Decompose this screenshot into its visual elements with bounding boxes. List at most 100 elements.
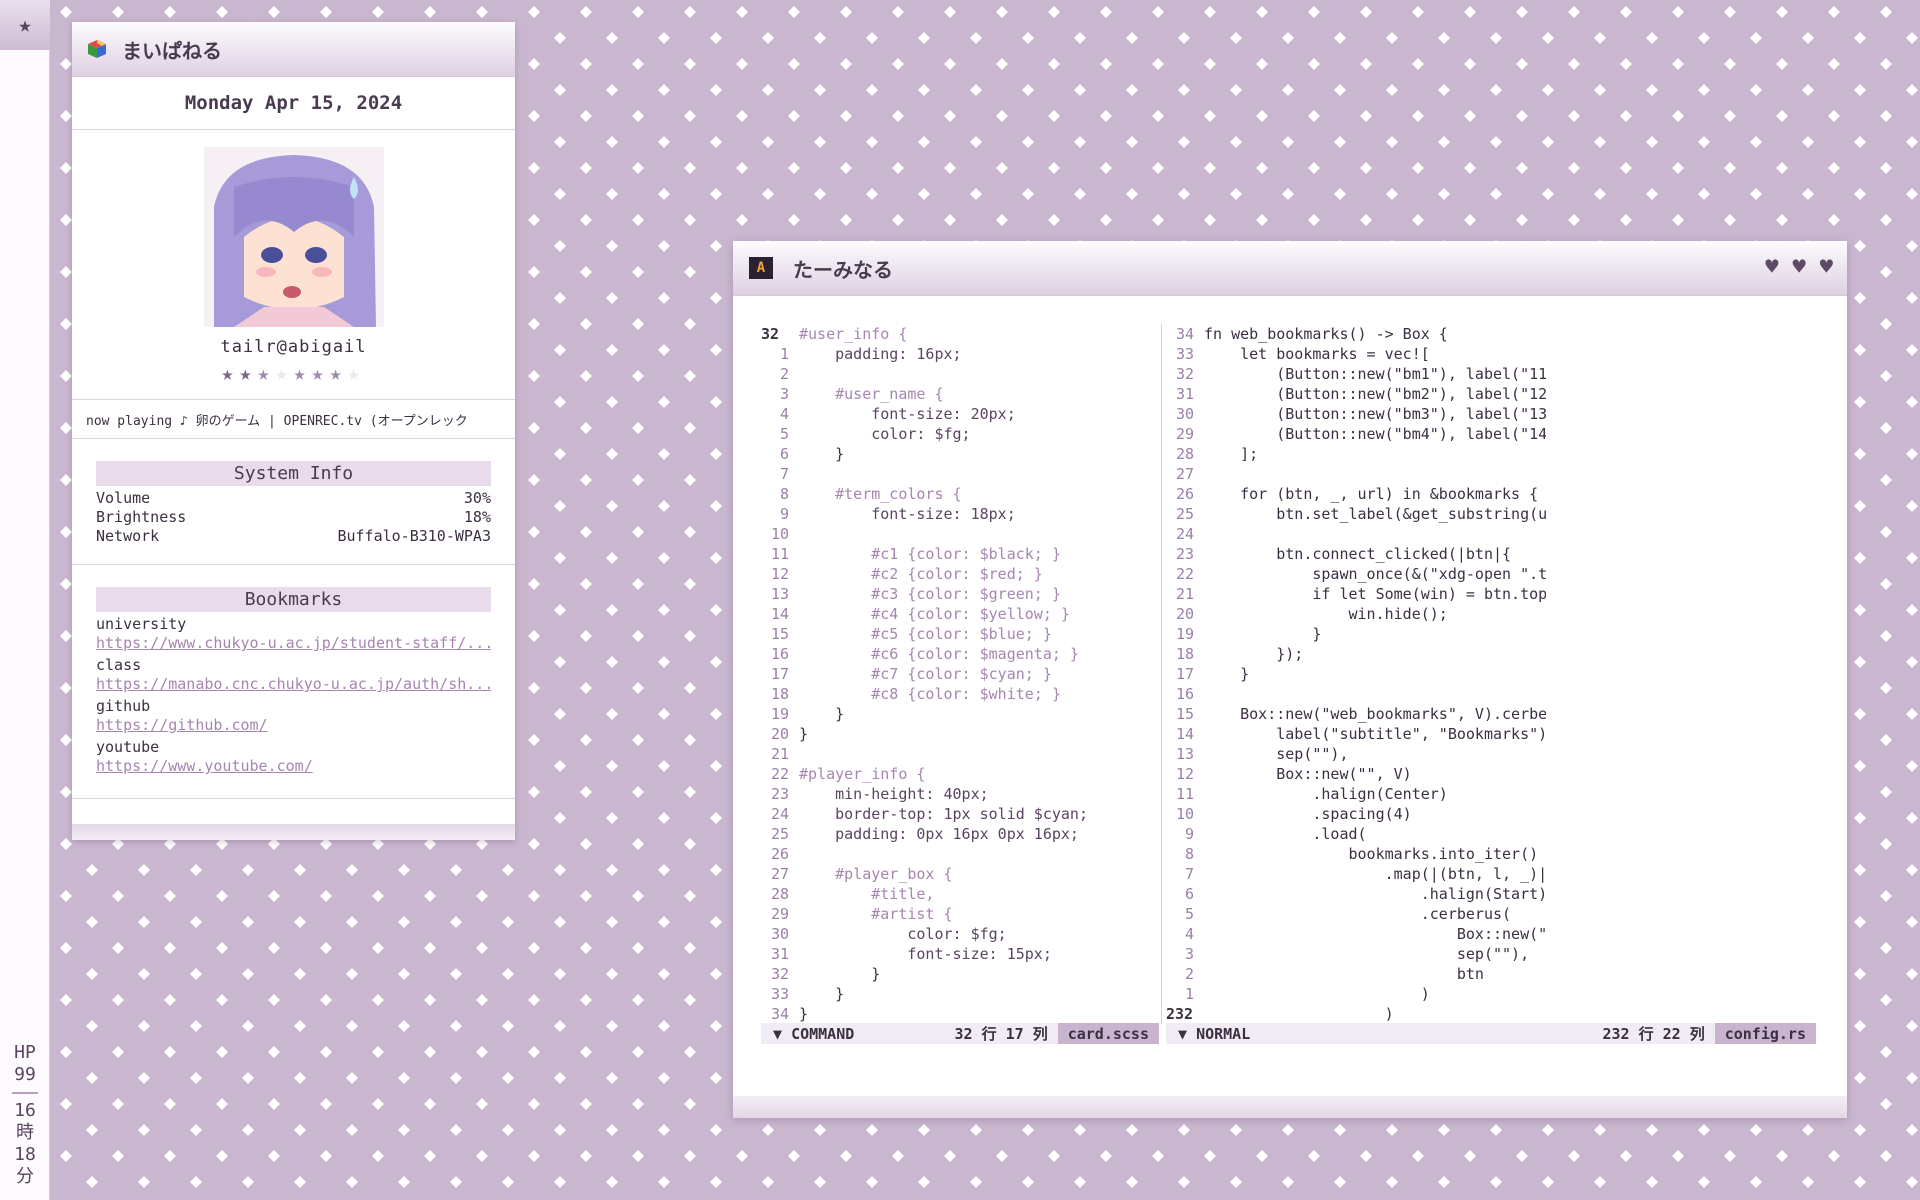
code-text: (Button::new("bm1"), label("11", "univer… [1276, 365, 1546, 383]
star-8-icon: ★ [347, 361, 366, 385]
avatar [203, 147, 384, 327]
code-text: color: $fg; [799, 925, 1007, 943]
code-text: #c6 {color: $magenta; } [799, 645, 1079, 663]
code-line: 5 color: $fg; [761, 424, 1161, 444]
code-line: 10 [761, 524, 1161, 544]
code-text: } [799, 965, 881, 983]
line-number: 24 [1175, 525, 1194, 543]
line-number: 28 [770, 885, 789, 903]
code-line: 11 .halign(Center) [1166, 784, 1546, 804]
line-number: 2 [1184, 965, 1194, 983]
line-number: 26 [1175, 485, 1194, 503]
star-4-icon: ★ [275, 361, 294, 385]
system-info-title: System Info [96, 461, 491, 486]
line-number: 18 [770, 685, 789, 703]
clock-minute-unit: 分 [16, 1166, 34, 1187]
info-value: 30% [463, 489, 491, 507]
code-line: 6 .halign(Start) [1166, 884, 1546, 904]
line-number: 6 [779, 445, 789, 463]
bookmark-link-youtube[interactable]: https://www.youtube.com/ [96, 756, 491, 776]
code-line: 19 } [761, 704, 1161, 724]
code-line: 31 font-size: 15px; [761, 944, 1161, 964]
window-controls: ♥ ♥ ♥ [1765, 255, 1833, 280]
line-number: 4 [779, 405, 789, 423]
code-text: ) [1204, 1005, 1394, 1023]
code-line: 34 fn web_bookmarks() -> Box { [1166, 324, 1546, 344]
panel-titlebar[interactable]: まいぱねる [72, 22, 515, 77]
editor-pane-left[interactable]: 32 #user_info {1 padding: 16px; 2 3 #user_n… [761, 324, 1161, 1024]
line-number: 1 [1184, 985, 1194, 1003]
line-number: 7 [1184, 865, 1194, 883]
line-number: 8 [779, 485, 789, 503]
code-line: 12 Box::new("", V) [1166, 764, 1546, 784]
star-3-icon: ★ [257, 361, 276, 385]
code-line: 16 #c6 {color: $magenta; } [761, 644, 1161, 664]
code-text: font-size: 18px; [799, 505, 1016, 523]
status-line-right: ▼ NORMAL 232 行 22 列 config.rs [1166, 1023, 1816, 1044]
code-text: for (btn, _, url) in &bookmarks { [1204, 485, 1539, 503]
code-text: }); [1204, 645, 1304, 663]
line-number: 7 [779, 465, 789, 483]
code-text: } [799, 445, 845, 463]
heart-maximize-icon[interactable]: ♥ [1793, 255, 1806, 280]
bookmark-link-university[interactable]: https://www.chukyo-u.ac.jp/student-staff… [96, 633, 491, 653]
info-value: Buffalo-B310-WPA3 [337, 527, 491, 545]
pane-divider [1161, 324, 1162, 1024]
info-row-brightness: Brightness 18% [96, 508, 491, 527]
heart-minimize-icon[interactable]: ♥ [1765, 255, 1778, 280]
line-number: 19 [770, 705, 789, 723]
code-text: #term_colors { [799, 485, 962, 503]
code-text: ) [1204, 985, 1430, 1003]
code-line: 25 padding: 0px 16px 0px 16px; [761, 824, 1161, 844]
code-line: 11 #c1 {color: $black; } [761, 544, 1161, 564]
code-line: 32 } [761, 964, 1161, 984]
star-icon[interactable]: ★ [0, 0, 50, 50]
line-number: 22 [770, 765, 789, 783]
bookmark-link-class[interactable]: https://manabo.cnc.chukyo-u.ac.jp/auth/s… [96, 674, 491, 694]
code-text: } [799, 725, 809, 743]
code-line: 16 [1166, 684, 1546, 704]
line-number: 9 [1184, 825, 1194, 843]
bookmark-link-github[interactable]: https://github.com/ [96, 715, 491, 735]
bookmark-label: class [96, 656, 142, 674]
code-text: min-height: 40px; [799, 785, 989, 803]
code-text: ]; [1204, 445, 1259, 463]
code-text: #title, [799, 885, 935, 903]
now-playing: now playing ♪ 卵のゲーム | OPENREC.tv (オープンレッ… [72, 399, 515, 439]
code-line: 23 btn.connect_clicked(|btn|{ [1166, 544, 1546, 564]
code-text: btn.set_label(&get_substring(url, 42)); [1276, 505, 1546, 523]
line-number: 28 [1175, 445, 1194, 463]
code-text: padding: 0px 16px 0px 16px; [799, 825, 1079, 843]
code-text: #player_info { [799, 765, 926, 783]
code-text: sep(""), [1204, 745, 1349, 763]
info-label: Volume [96, 489, 151, 507]
code-text: .cerberus( [1204, 905, 1512, 923]
code-text: .load( [1204, 825, 1367, 843]
line-number: 29 [770, 905, 789, 923]
panel-title: まいぱねる [122, 38, 222, 63]
line-number: 32 [761, 325, 780, 343]
line-number: 21 [1175, 585, 1194, 603]
my-panel-window: まいぱねる Monday Apr 15, 2024 tailr@abigail … [72, 22, 515, 840]
code-line: 30 (Button::new("bm3"), label("13", "git… [1166, 404, 1546, 424]
code-line: 5 .cerberus( [1166, 904, 1546, 924]
heart-close-icon[interactable]: ♥ [1820, 255, 1833, 280]
code-line: 29 #artist { [761, 904, 1161, 924]
code-text: sep(""), [1204, 945, 1530, 963]
code-text: #c8 {color: $white; } [799, 685, 1061, 703]
code-line: 6 } [761, 444, 1161, 464]
code-text: #c2 {color: $red; } [799, 565, 1043, 583]
code-line: 14 #c4 {color: $yellow; } [761, 604, 1161, 624]
code-text: Box::new("", H).child(l), [1456, 925, 1546, 943]
line-number: 17 [770, 665, 789, 683]
code-text: .halign(Center) [1204, 785, 1448, 803]
line-number: 14 [770, 605, 789, 623]
code-line: 34} [761, 1004, 1161, 1024]
line-number: 12 [1175, 765, 1194, 783]
star-6-icon: ★ [311, 361, 330, 385]
code-text: #user_name { [799, 385, 944, 403]
clock-minute: 18 [14, 1144, 36, 1165]
editor-pane-right[interactable]: 34 fn web_bookmarks() -> Box {33 let book… [1166, 324, 1546, 1024]
line-number: 34 [770, 1005, 789, 1023]
terminal-titlebar[interactable]: A たーみなる ♥ ♥ ♥ [733, 241, 1847, 296]
